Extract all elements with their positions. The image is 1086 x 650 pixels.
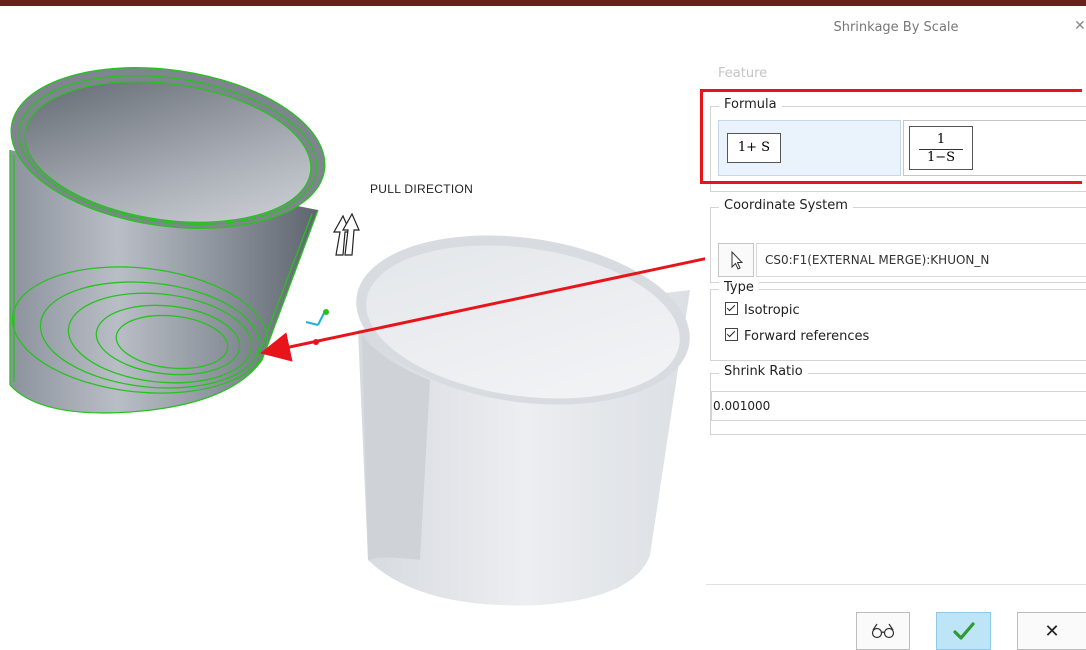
forward-references-label: Forward references (744, 329, 870, 344)
preview-button[interactable] (856, 612, 910, 650)
shrink-ratio-title: Shrink Ratio (719, 364, 808, 379)
ok-button[interactable] (936, 612, 991, 650)
isotropic-label: Isotropic (744, 303, 800, 318)
coordinate-select-button[interactable] (718, 243, 754, 277)
pull-direction-arrows-icon (332, 212, 360, 256)
type-group: Type (710, 280, 1086, 361)
forward-references-checkbox[interactable]: Forward references (725, 328, 869, 344)
checkbox-checked-icon (725, 328, 738, 341)
formula-highlight-box (700, 89, 1082, 184)
part-white[interactable] (345, 215, 701, 606)
feature-label: Feature (718, 66, 768, 81)
coordinate-system-field[interactable]: CS0:F1(EXTERNAL MERGE):KHUON_N (756, 243, 1086, 277)
shrinkage-dialog: Shrinkage By Scale ✕ Feature Formula 1+ … (700, 6, 1086, 650)
close-icon[interactable]: ✕ (1074, 18, 1086, 34)
selected-part-gray[interactable] (1, 49, 336, 414)
arrow-cursor-icon (731, 250, 744, 270)
type-title: Type (719, 280, 759, 295)
model-viewport[interactable]: PULL DIRECTION (0, 6, 705, 644)
shrink-ratio-input[interactable]: 0.001000 (711, 391, 1086, 421)
cancel-button[interactable]: ✕ (1017, 612, 1086, 650)
coordinate-system-title: Coordinate System (719, 198, 853, 213)
isotropic-checkbox[interactable]: Isotropic (725, 302, 800, 318)
checkbox-checked-icon (725, 302, 738, 315)
glasses-icon (871, 623, 895, 639)
pull-direction-label: PULL DIRECTION (370, 182, 474, 196)
checkmark-icon (952, 622, 975, 640)
dialog-title: Shrinkage By Scale (833, 20, 959, 35)
footer-divider (706, 584, 1086, 585)
